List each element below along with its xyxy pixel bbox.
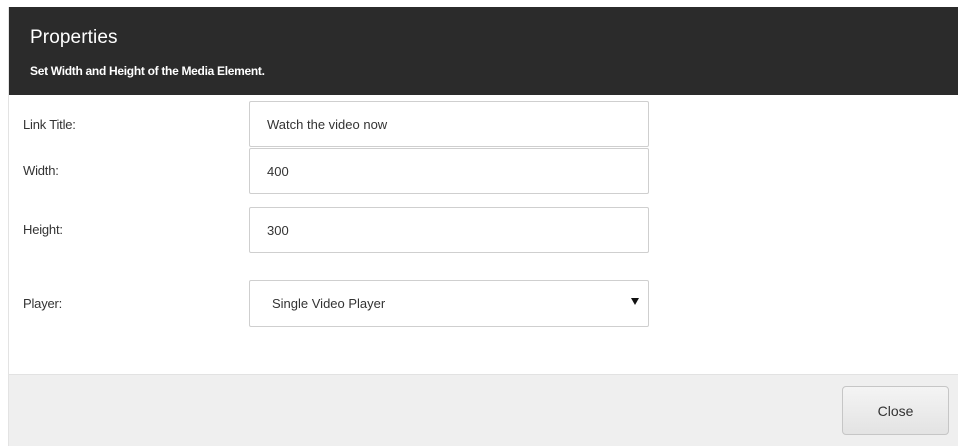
height-input[interactable]: 300 <box>249 207 649 253</box>
dropdown-arrow-icon <box>631 298 639 305</box>
height-label: Height: <box>23 222 63 237</box>
width-label: Width: <box>23 163 59 178</box>
player-label: Player: <box>23 296 63 311</box>
player-select[interactable]: Single Video Player <box>249 280 649 327</box>
link-title-value: Watch the video now <box>267 116 388 132</box>
close-button[interactable]: Close <box>842 386 949 435</box>
width-input[interactable]: 400 <box>249 148 649 194</box>
link-title-label: Link Title: <box>23 117 76 132</box>
height-value: 300 <box>267 222 289 238</box>
link-title-input[interactable]: Watch the video now <box>249 101 649 147</box>
dialog-title: Properties <box>30 27 118 48</box>
dialog-header: Properties Set Width and Height of the M… <box>9 7 958 95</box>
width-value: 400 <box>267 163 289 179</box>
dialog-subtitle: Set Width and Height of the Media Elemen… <box>30 64 265 78</box>
player-selected-value: Single Video Player <box>272 296 386 311</box>
dialog-footer: Close <box>9 374 958 446</box>
properties-dialog: Properties Set Width and Height of the M… <box>8 7 958 446</box>
